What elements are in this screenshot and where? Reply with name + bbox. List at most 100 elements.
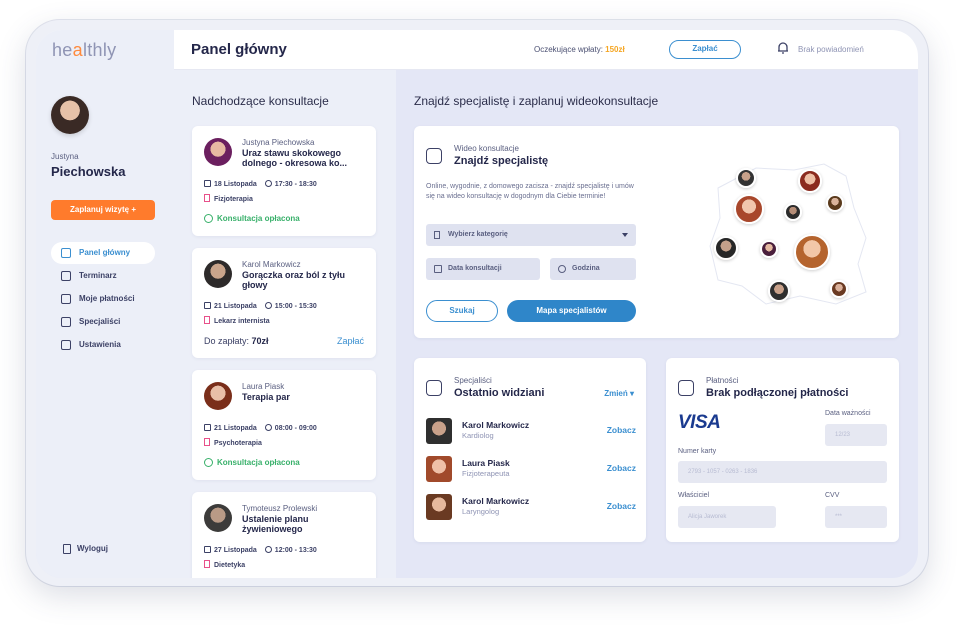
specialists-map[interactable] bbox=[696, 146, 886, 326]
calendar-icon bbox=[61, 271, 71, 281]
sidebar-item-dashboard[interactable]: Panel główny bbox=[51, 242, 155, 264]
specialist-pin[interactable] bbox=[734, 194, 764, 224]
sidebar-item-payments[interactable]: Moje płatności bbox=[51, 288, 155, 310]
sidebar-item-specialists[interactable]: Specjaliści bbox=[51, 311, 155, 333]
list-item: Karol Markowicz Laryngolog Zobacz bbox=[426, 494, 636, 524]
specialist-pin[interactable] bbox=[768, 280, 790, 302]
date-placeholder: Data konsultacji bbox=[448, 265, 502, 272]
consultation-time: 08:00 - 09:00 bbox=[274, 425, 317, 432]
specialist-pin[interactable] bbox=[784, 203, 802, 221]
logo[interactable]: healthly bbox=[52, 40, 116, 61]
specialist-pin[interactable] bbox=[826, 194, 844, 212]
consultation-specialty: Fizjoterapia bbox=[204, 194, 253, 203]
consultation-datetime: 21 Listopada 15:00 - 15:30 bbox=[204, 302, 317, 310]
consultation-card[interactable]: Tymoteusz Prolewski Ustalenie planu żywi… bbox=[192, 492, 376, 578]
app-window: healthly Panel główny Oczekujące wpłaty:… bbox=[36, 30, 918, 578]
consultation-datetime: 18 Listopada 17:30 - 18:30 bbox=[204, 180, 317, 188]
avatar bbox=[426, 494, 452, 520]
check-circle-icon bbox=[204, 214, 213, 223]
consultation-time: 12:00 - 13:30 bbox=[274, 547, 317, 554]
consultation-specialty: Dietetyka bbox=[204, 560, 245, 569]
doctor-icon bbox=[426, 380, 442, 396]
consultation-status: Konsultacja opłacona bbox=[204, 214, 300, 223]
notifications-status[interactable]: Brak powiadomień bbox=[798, 45, 864, 54]
logout-button[interactable]: Wyloguj bbox=[63, 544, 108, 554]
bell-icon[interactable] bbox=[776, 41, 790, 55]
consultation-datetime: 21 Listopada 08:00 - 09:00 bbox=[204, 424, 317, 432]
user-last-name: Piechowska bbox=[51, 164, 126, 179]
logout-icon bbox=[63, 544, 71, 554]
avatar[interactable] bbox=[51, 96, 89, 134]
consultation-doctor: Tymoteusz Prolewski bbox=[242, 504, 318, 513]
check-circle-icon bbox=[204, 458, 213, 467]
pay-link[interactable]: Zapłać bbox=[337, 336, 364, 346]
category-select[interactable]: Wybierz kategorię bbox=[426, 224, 636, 246]
expiry-field[interactable]: 12/23 bbox=[825, 424, 887, 446]
consultation-card[interactable]: Laura Piask Terapia par 21 Listopada 08:0… bbox=[192, 370, 376, 480]
due-amount: 70zł bbox=[251, 336, 269, 346]
specialist-pin[interactable] bbox=[798, 169, 822, 193]
sidebar-nav: Panel główny Terminarz Moje płatności Sp… bbox=[51, 242, 155, 357]
sidebar-item-label: Ustawienia bbox=[79, 340, 121, 349]
consultation-card[interactable]: Justyna Piechowska Uraz stawu skokowego … bbox=[192, 126, 376, 236]
specialist-specialty: Fizjoterapeuta bbox=[462, 469, 510, 478]
specialist-pin[interactable] bbox=[736, 168, 756, 188]
sidebar-item-settings[interactable]: Ustawienia bbox=[51, 334, 155, 356]
consultation-doctor: Laura Piask bbox=[242, 382, 285, 391]
view-specialist-link[interactable]: Zobacz bbox=[607, 425, 636, 435]
search-button[interactable]: Szukaj bbox=[426, 300, 498, 322]
page-title: Panel główny bbox=[191, 41, 287, 58]
bookmark-icon bbox=[434, 231, 440, 239]
specialist-pin[interactable] bbox=[714, 236, 738, 260]
sidebar-item-label: Moje płatności bbox=[79, 294, 135, 303]
top-bar: healthly Panel główny Oczekujące wpłaty:… bbox=[36, 30, 918, 70]
specialty-label: Psychoterapia bbox=[214, 440, 262, 447]
chevron-down-icon bbox=[622, 233, 628, 237]
logout-label: Wyloguj bbox=[77, 544, 108, 553]
calendar-icon bbox=[204, 546, 211, 553]
specialist-specialty: Laryngolog bbox=[462, 507, 500, 516]
avatar bbox=[426, 418, 452, 444]
specialist-pin[interactable] bbox=[760, 240, 778, 258]
avatar bbox=[204, 382, 232, 410]
consultation-card[interactable]: Karol Markowicz Gorączka oraz ból z tyłu… bbox=[192, 248, 376, 358]
status-label: Konsultacja opłacona bbox=[217, 458, 300, 467]
specialty-label: Fizjoterapia bbox=[214, 196, 253, 203]
consultation-topic: Terapia par bbox=[242, 392, 290, 402]
avatar bbox=[204, 260, 232, 288]
consultation-topic: Uraz stawu skokowego dolnego - okresowa … bbox=[242, 148, 348, 168]
date-field[interactable]: Data konsultacji bbox=[426, 258, 540, 280]
specialist-pin[interactable] bbox=[794, 234, 830, 270]
pay-button[interactable]: Zapłać bbox=[669, 40, 741, 59]
avatar bbox=[426, 456, 452, 482]
book-visit-button[interactable]: Zaplanuj wizytę + bbox=[51, 200, 155, 220]
pending-label: Oczekujące wpłaty: bbox=[534, 45, 603, 54]
consultations-column: Nadchodzące konsultacje Justyna Piechows… bbox=[174, 70, 396, 578]
cvv-field[interactable]: *** bbox=[825, 506, 887, 528]
sidebar-item-label: Terminarz bbox=[79, 271, 117, 280]
consultation-doctor: Karol Markowicz bbox=[242, 260, 301, 269]
change-dropdown[interactable]: Zmień ▾ bbox=[604, 389, 634, 398]
calendar-icon bbox=[204, 180, 211, 187]
specialist-name: Laura Piask bbox=[462, 458, 510, 468]
card-number-field[interactable]: 2793 - 1057 - 0263 - 1836 bbox=[678, 461, 887, 483]
view-specialist-link[interactable]: Zobacz bbox=[607, 463, 636, 473]
consultation-date: 27 Listopada bbox=[214, 547, 257, 554]
owner-field[interactable]: Alicja Jaworek bbox=[678, 506, 776, 528]
consultation-time: 15:00 - 15:30 bbox=[274, 303, 317, 310]
sidebar-item-schedule[interactable]: Terminarz bbox=[51, 265, 155, 287]
specialist-pin[interactable] bbox=[830, 280, 848, 298]
recent-title: Ostatnio widziani bbox=[454, 387, 545, 399]
time-field[interactable]: Godzina bbox=[550, 258, 636, 280]
specialty-label: Lekarz internista bbox=[214, 318, 270, 325]
owner-label: Właściciel bbox=[678, 492, 710, 499]
finder-small-title: Wideo konsultacje bbox=[454, 144, 519, 153]
avatar bbox=[204, 138, 232, 166]
view-specialist-link[interactable]: Zobacz bbox=[607, 501, 636, 511]
payments-panel: Płatności Brak podłączonej płatności VIS… bbox=[666, 358, 899, 542]
consultation-date: 21 Listopada bbox=[214, 425, 257, 432]
sidebar: Justyna Piechowska Zaplanuj wizytę + Pan… bbox=[36, 70, 174, 578]
finder-panel: Wideo konsultacje Znajdź specjalistę Onl… bbox=[414, 126, 899, 338]
consultation-topic: Gorączka oraz ból z tyłu głowy bbox=[242, 270, 346, 290]
specialists-map-button[interactable]: Mapa specjalistów bbox=[507, 300, 636, 322]
